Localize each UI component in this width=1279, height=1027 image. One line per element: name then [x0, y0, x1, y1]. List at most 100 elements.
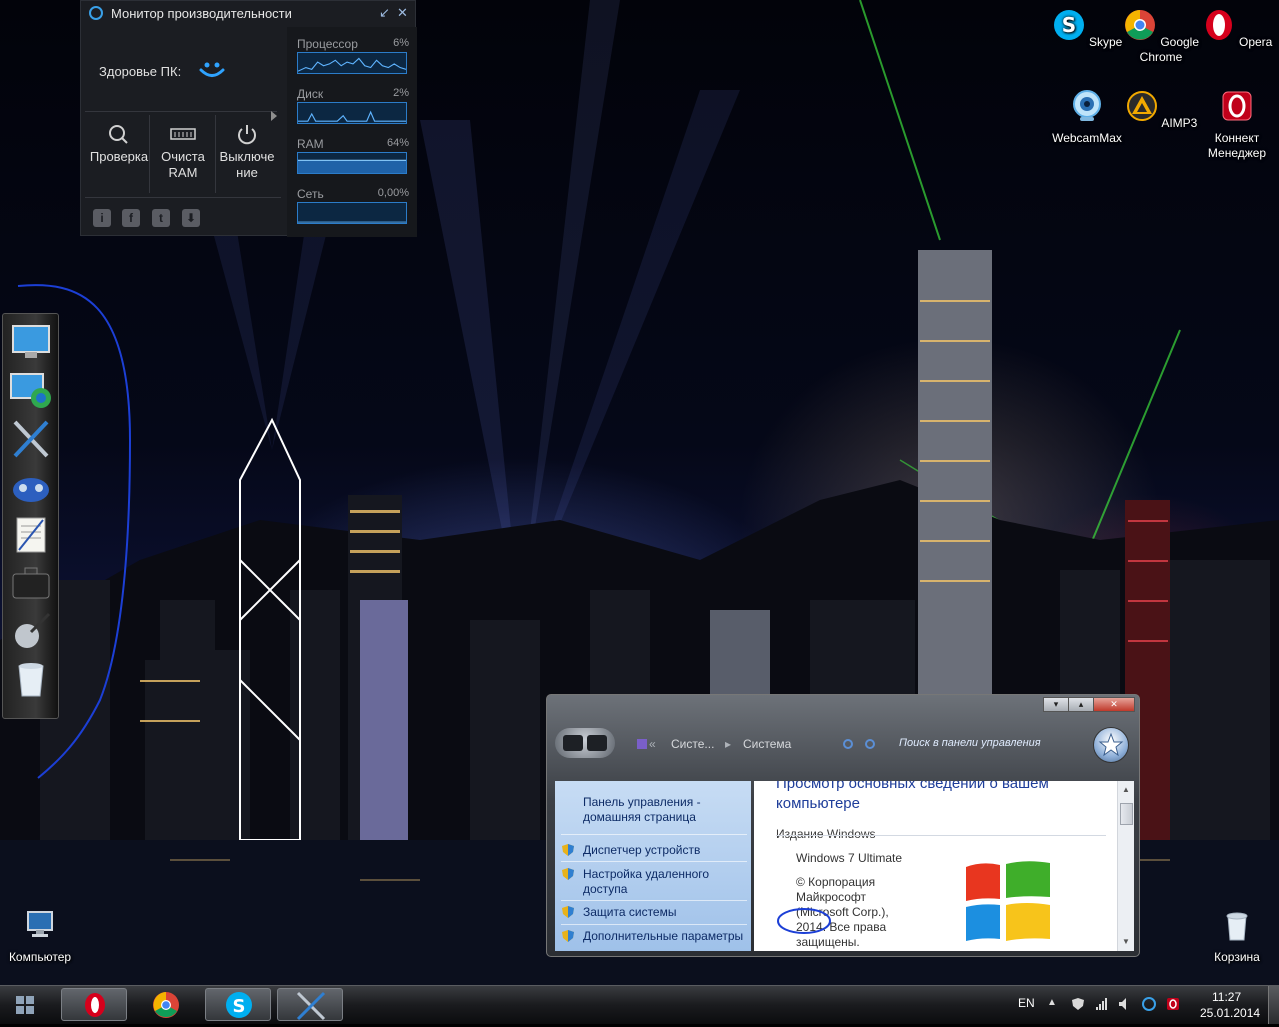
show-desktop-button[interactable] — [1268, 986, 1279, 1024]
skype-taskbar-icon: S — [226, 992, 252, 1018]
ram-chip-icon — [170, 128, 196, 140]
gamepad-icon[interactable] — [9, 466, 53, 508]
desktop-icon-skype[interactable]: S Skype — [1047, 8, 1127, 50]
divider — [561, 834, 747, 835]
shield-icon — [562, 844, 574, 856]
connect-manager-tray-icon[interactable] — [1166, 997, 1180, 1011]
ccleaner-tray-icon[interactable] — [1142, 997, 1156, 1011]
scroll-up-icon[interactable]: ▲ — [1122, 785, 1130, 794]
desktop-icon-recycle-bin[interactable]: Корзина — [1197, 908, 1277, 965]
skype-icon: S — [1053, 10, 1084, 40]
divider — [85, 111, 277, 112]
monitor-icon[interactable] — [9, 322, 53, 364]
twitter-icon[interactable]: t — [152, 209, 170, 227]
control-panel-home-link[interactable]: Панель управления - домашняя страница — [583, 795, 743, 825]
connect-manager-icon — [1222, 91, 1252, 121]
download-icon[interactable]: ⬇ — [182, 209, 200, 227]
taskbar-opera[interactable] — [61, 988, 127, 1021]
network-value: 0,00% — [377, 187, 409, 199]
ccleaner-logo-icon — [89, 6, 103, 20]
perf-left-panel: Здоровье ПК: Проверка Очиста RAM Выключе… — [81, 27, 286, 237]
system-protection-link[interactable]: Защита системы — [583, 905, 676, 920]
breadcrumb-separator-icon: ▸ — [725, 737, 732, 751]
recycle-bin-dock-icon[interactable] — [9, 658, 53, 700]
computer-icon — [27, 911, 53, 937]
taskbar-chrome[interactable] — [133, 988, 199, 1021]
maximize-button[interactable]: ▴ — [1068, 697, 1094, 712]
advanced-settings-link[interactable]: Дополнительные параметры — [583, 929, 743, 944]
close-icon[interactable]: ✕ — [397, 5, 408, 21]
opera-icon — [1205, 10, 1232, 40]
divider — [85, 197, 281, 198]
refresh-icon[interactable] — [843, 739, 853, 749]
forward-button[interactable] — [587, 735, 607, 751]
tools-taskbar-icon — [296, 991, 326, 1021]
ram-graph — [297, 152, 407, 174]
divider — [561, 861, 747, 862]
control-panel-icon — [637, 739, 647, 749]
shutdown-button[interactable]: Выключение — [215, 123, 279, 181]
volume-icon[interactable] — [1118, 997, 1132, 1011]
chrome-taskbar-icon — [153, 992, 179, 1018]
desktop-icon-chrome[interactable]: Google Chrome — [1121, 8, 1201, 65]
favorites-star-icon[interactable] — [1093, 727, 1129, 763]
clock-time[interactable]: 11:27 — [1212, 990, 1241, 1004]
minimize-button[interactable]: ▾ — [1043, 697, 1069, 712]
perf-titlebar[interactable]: Монитор производительности ↙ ✕ — [81, 1, 417, 27]
scroll-down-icon[interactable]: ▼ — [1122, 937, 1130, 946]
search-icon — [865, 739, 875, 749]
vertical-scrollbar[interactable]: ▲ ▼ — [1117, 781, 1134, 951]
clock-date[interactable]: 25.01.2014 — [1200, 1006, 1260, 1020]
cpu-value: 6% — [393, 37, 409, 49]
ram-value: 64% — [386, 137, 409, 149]
taskbar-tools[interactable] — [277, 988, 343, 1021]
search-placeholder: Поиск в панели управления — [899, 737, 1041, 749]
back-button[interactable] — [563, 735, 583, 751]
info-icon[interactable]: i — [93, 209, 111, 227]
desktop-icon-aimp3[interactable]: AIMP3 — [1121, 89, 1201, 131]
desktop-icon-webcammax[interactable]: WebcamMax — [1047, 89, 1127, 146]
page-title: Просмотр основных сведений о вашем компь… — [776, 781, 1049, 812]
skype-label: Skype — [1088, 35, 1123, 49]
breadcrumb-control-panel[interactable]: Систе... — [671, 737, 714, 751]
network-signal-icon[interactable] — [1095, 997, 1109, 1011]
start-button-windows-icon[interactable] — [6, 990, 44, 1020]
security-shield-icon[interactable] — [1071, 997, 1085, 1011]
disk-label: Диск — [297, 87, 324, 101]
clean-ram-button[interactable]: Очиста RAM — [151, 123, 215, 181]
remote-settings-link[interactable]: Настройка удаленного доступа — [583, 867, 733, 897]
scrollbar-thumb[interactable] — [1120, 803, 1133, 825]
scan-button[interactable]: Проверка — [87, 123, 151, 165]
close-button[interactable]: ✕ — [1093, 697, 1135, 712]
performance-monitor-widget: Монитор производительности ↙ ✕ Здоровье … — [80, 0, 417, 237]
collapse-icon[interactable]: ↙ — [379, 5, 390, 21]
show-hidden-icons-icon[interactable]: ▲ — [1047, 997, 1061, 1011]
system-info-pane: Просмотр основных сведений о вашем компь… — [754, 781, 1134, 951]
facebook-icon[interactable]: f — [122, 209, 140, 227]
disk-value: 2% — [393, 87, 409, 99]
divider — [561, 924, 747, 925]
desktop-icon-opera[interactable]: Opera — [1197, 8, 1277, 50]
expand-arrow-icon[interactable] — [271, 111, 277, 121]
language-indicator[interactable]: EN — [1018, 996, 1035, 1010]
taskbar-skype[interactable]: S — [205, 988, 271, 1021]
briefcase-icon[interactable] — [9, 562, 53, 604]
perf-meters-panel: Процессор 6% Диск 2% RAM 64% Сеть 0,00% — [287, 27, 417, 237]
desktop-icon-computer[interactable]: Компьютер — [0, 908, 80, 965]
device-manager-link[interactable]: Диспетчер устройств — [583, 843, 700, 858]
network-monitor-icon[interactable] — [9, 370, 53, 412]
tools-icon[interactable] — [9, 418, 53, 460]
music-guitar-icon[interactable] — [9, 610, 53, 652]
breadcrumb-system[interactable]: Система — [743, 737, 791, 751]
search-input[interactable]: Поиск в панели управления — [837, 733, 1057, 755]
webcammax-label: WebcamMax — [1052, 131, 1122, 145]
disk-graph — [297, 102, 407, 124]
svg-text:S: S — [1061, 13, 1075, 37]
webcam-icon — [1073, 90, 1101, 121]
scan-label: Проверка — [89, 149, 149, 164]
shield-icon — [562, 930, 574, 942]
desktop-icon-connect-manager[interactable]: Коннект Менеджер — [1197, 89, 1277, 161]
notepad-icon[interactable] — [9, 514, 53, 556]
aimp3-label: AIMP3 — [1161, 116, 1198, 130]
connect-manager-label: Коннект Менеджер — [1207, 131, 1267, 160]
